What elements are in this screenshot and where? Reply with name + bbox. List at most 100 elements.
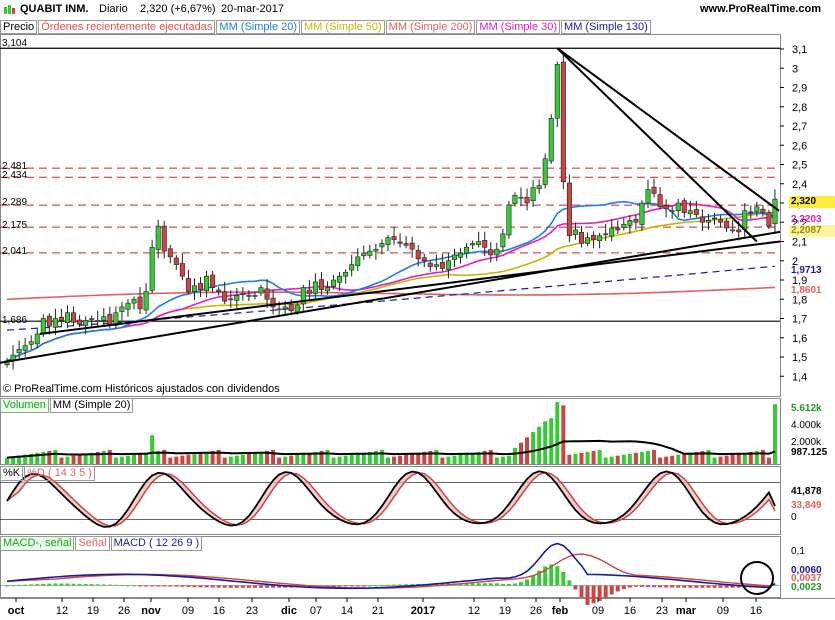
xaxis-label: 21: [372, 605, 384, 617]
macd-hist-bar: [676, 585, 681, 588]
volume-bar: [712, 457, 717, 464]
macd-hist-bar: [652, 585, 657, 588]
mm200-label: 1,8601: [791, 285, 822, 296]
candle-body: [718, 219, 724, 223]
trendline-down-2: [556, 47, 780, 212]
macd-hist-bar: [579, 585, 584, 598]
macd-hist-bar: [53, 583, 58, 586]
candle-body: [325, 287, 331, 292]
macd-hist-bar: [47, 583, 52, 586]
legend-d[interactable]: %D ( 14 3 5 ): [24, 466, 95, 481]
candle-body: [185, 278, 191, 292]
candle-body: [125, 302, 131, 310]
candle-body: [95, 320, 101, 322]
legend-vol-mm[interactable]: MM (Simple 20): [49, 398, 134, 413]
candle-body: [379, 243, 385, 248]
xaxis-label: 19: [87, 605, 99, 617]
macd-hist-bar: [682, 585, 687, 588]
candle-body: [512, 195, 518, 205]
xaxis-label: feb: [552, 605, 569, 617]
volume-bar: [392, 456, 397, 464]
volume-bar: [537, 426, 542, 464]
volume-bar: [627, 453, 632, 464]
volume-bar: [730, 454, 735, 464]
volume-bar: [252, 452, 257, 464]
candle-body: [699, 216, 705, 223]
macd-hist-bar: [385, 584, 390, 586]
legend-macd-line[interactable]: MACD ( 12 26 9 ): [110, 536, 203, 551]
macd-hist-bar: [95, 584, 100, 586]
price-axis-label: 2,7: [792, 121, 807, 133]
candle-body: [458, 252, 464, 258]
volume-bar: [488, 449, 493, 464]
macd-hist-bar: [17, 584, 22, 586]
price-axis-label: 1,6: [792, 333, 807, 345]
candle-body: [312, 281, 318, 294]
volume-bar: [404, 454, 409, 464]
stoch-d-label: 33,849: [791, 500, 822, 511]
volume-bar: [464, 453, 469, 464]
volume-mm-line: [6, 439, 776, 459]
level-2289: 2,289: [2, 197, 28, 208]
candle-body: [712, 217, 718, 220]
legend-macd-signal[interactable]: Señal: [75, 536, 110, 551]
candle-body: [228, 298, 234, 301]
candle-body: [760, 208, 766, 213]
candle-body: [736, 229, 742, 233]
candle-body: [506, 204, 512, 236]
volume-bar: [603, 457, 608, 464]
macd-hist-bar: [271, 585, 276, 588]
volume-bar: [289, 455, 294, 464]
level-2175: 2,175: [2, 220, 28, 231]
xaxis-label: 09: [592, 605, 604, 617]
macd-hist-bar: [591, 585, 596, 604]
macd-hist-bar: [476, 583, 481, 586]
macd-hist-bar: [664, 585, 669, 588]
macd-hist-bar: [162, 585, 167, 587]
macd-hist-bar: [525, 579, 530, 586]
candle-body: [258, 287, 264, 294]
candle-body: [639, 202, 645, 225]
volume-bar: [531, 432, 536, 464]
candle-body: [542, 158, 548, 185]
xaxis-label: 09: [717, 605, 729, 617]
trendline-down-1: [556, 47, 758, 243]
candle-body: [331, 279, 337, 287]
candle-body: [476, 241, 482, 245]
macd-hist-bar: [621, 585, 626, 590]
macd-hist-bar: [234, 585, 239, 588]
macd-hist-bar: [265, 585, 270, 588]
mm50-line: [6, 211, 776, 362]
macd-hist-bar: [555, 566, 560, 586]
volume-bar: [658, 457, 663, 464]
legend-volumen[interactable]: Volumen: [0, 398, 49, 413]
macd-hist-bar: [35, 584, 40, 586]
price-axis-label: 3: [792, 63, 798, 75]
candle-body: [548, 118, 554, 162]
level-2434: 2,434: [2, 170, 28, 181]
macd-hist-bar: [361, 585, 366, 587]
volume-bar: [343, 455, 348, 464]
macd-hist-bar: [488, 583, 493, 586]
volume-bar: [71, 455, 76, 464]
candle-body: [282, 306, 288, 310]
candle-body: [191, 285, 197, 292]
stoch-k-label: 41,878: [791, 486, 822, 497]
macd-hist-bar: [144, 585, 149, 587]
price-axis-label: 2,1: [792, 237, 807, 249]
macd-hist-bar: [113, 584, 118, 586]
candle-body: [337, 275, 343, 283]
volume-bar: [47, 450, 52, 464]
candle-body: [155, 225, 161, 250]
legend-k[interactable]: %K: [0, 466, 24, 481]
macd-hist-bar: [101, 584, 106, 586]
candle-body: [204, 275, 210, 292]
legend-macd-hist[interactable]: MACD-, señal: [0, 536, 75, 551]
macd-hist-bar: [561, 571, 566, 586]
volume-bar: [410, 453, 415, 464]
macd-hist-bar: [700, 585, 705, 588]
volume-bar: [555, 402, 560, 464]
price-axis-label: 2,6: [792, 140, 807, 152]
macd-hist-bar: [355, 585, 360, 587]
candle-body: [554, 64, 560, 119]
